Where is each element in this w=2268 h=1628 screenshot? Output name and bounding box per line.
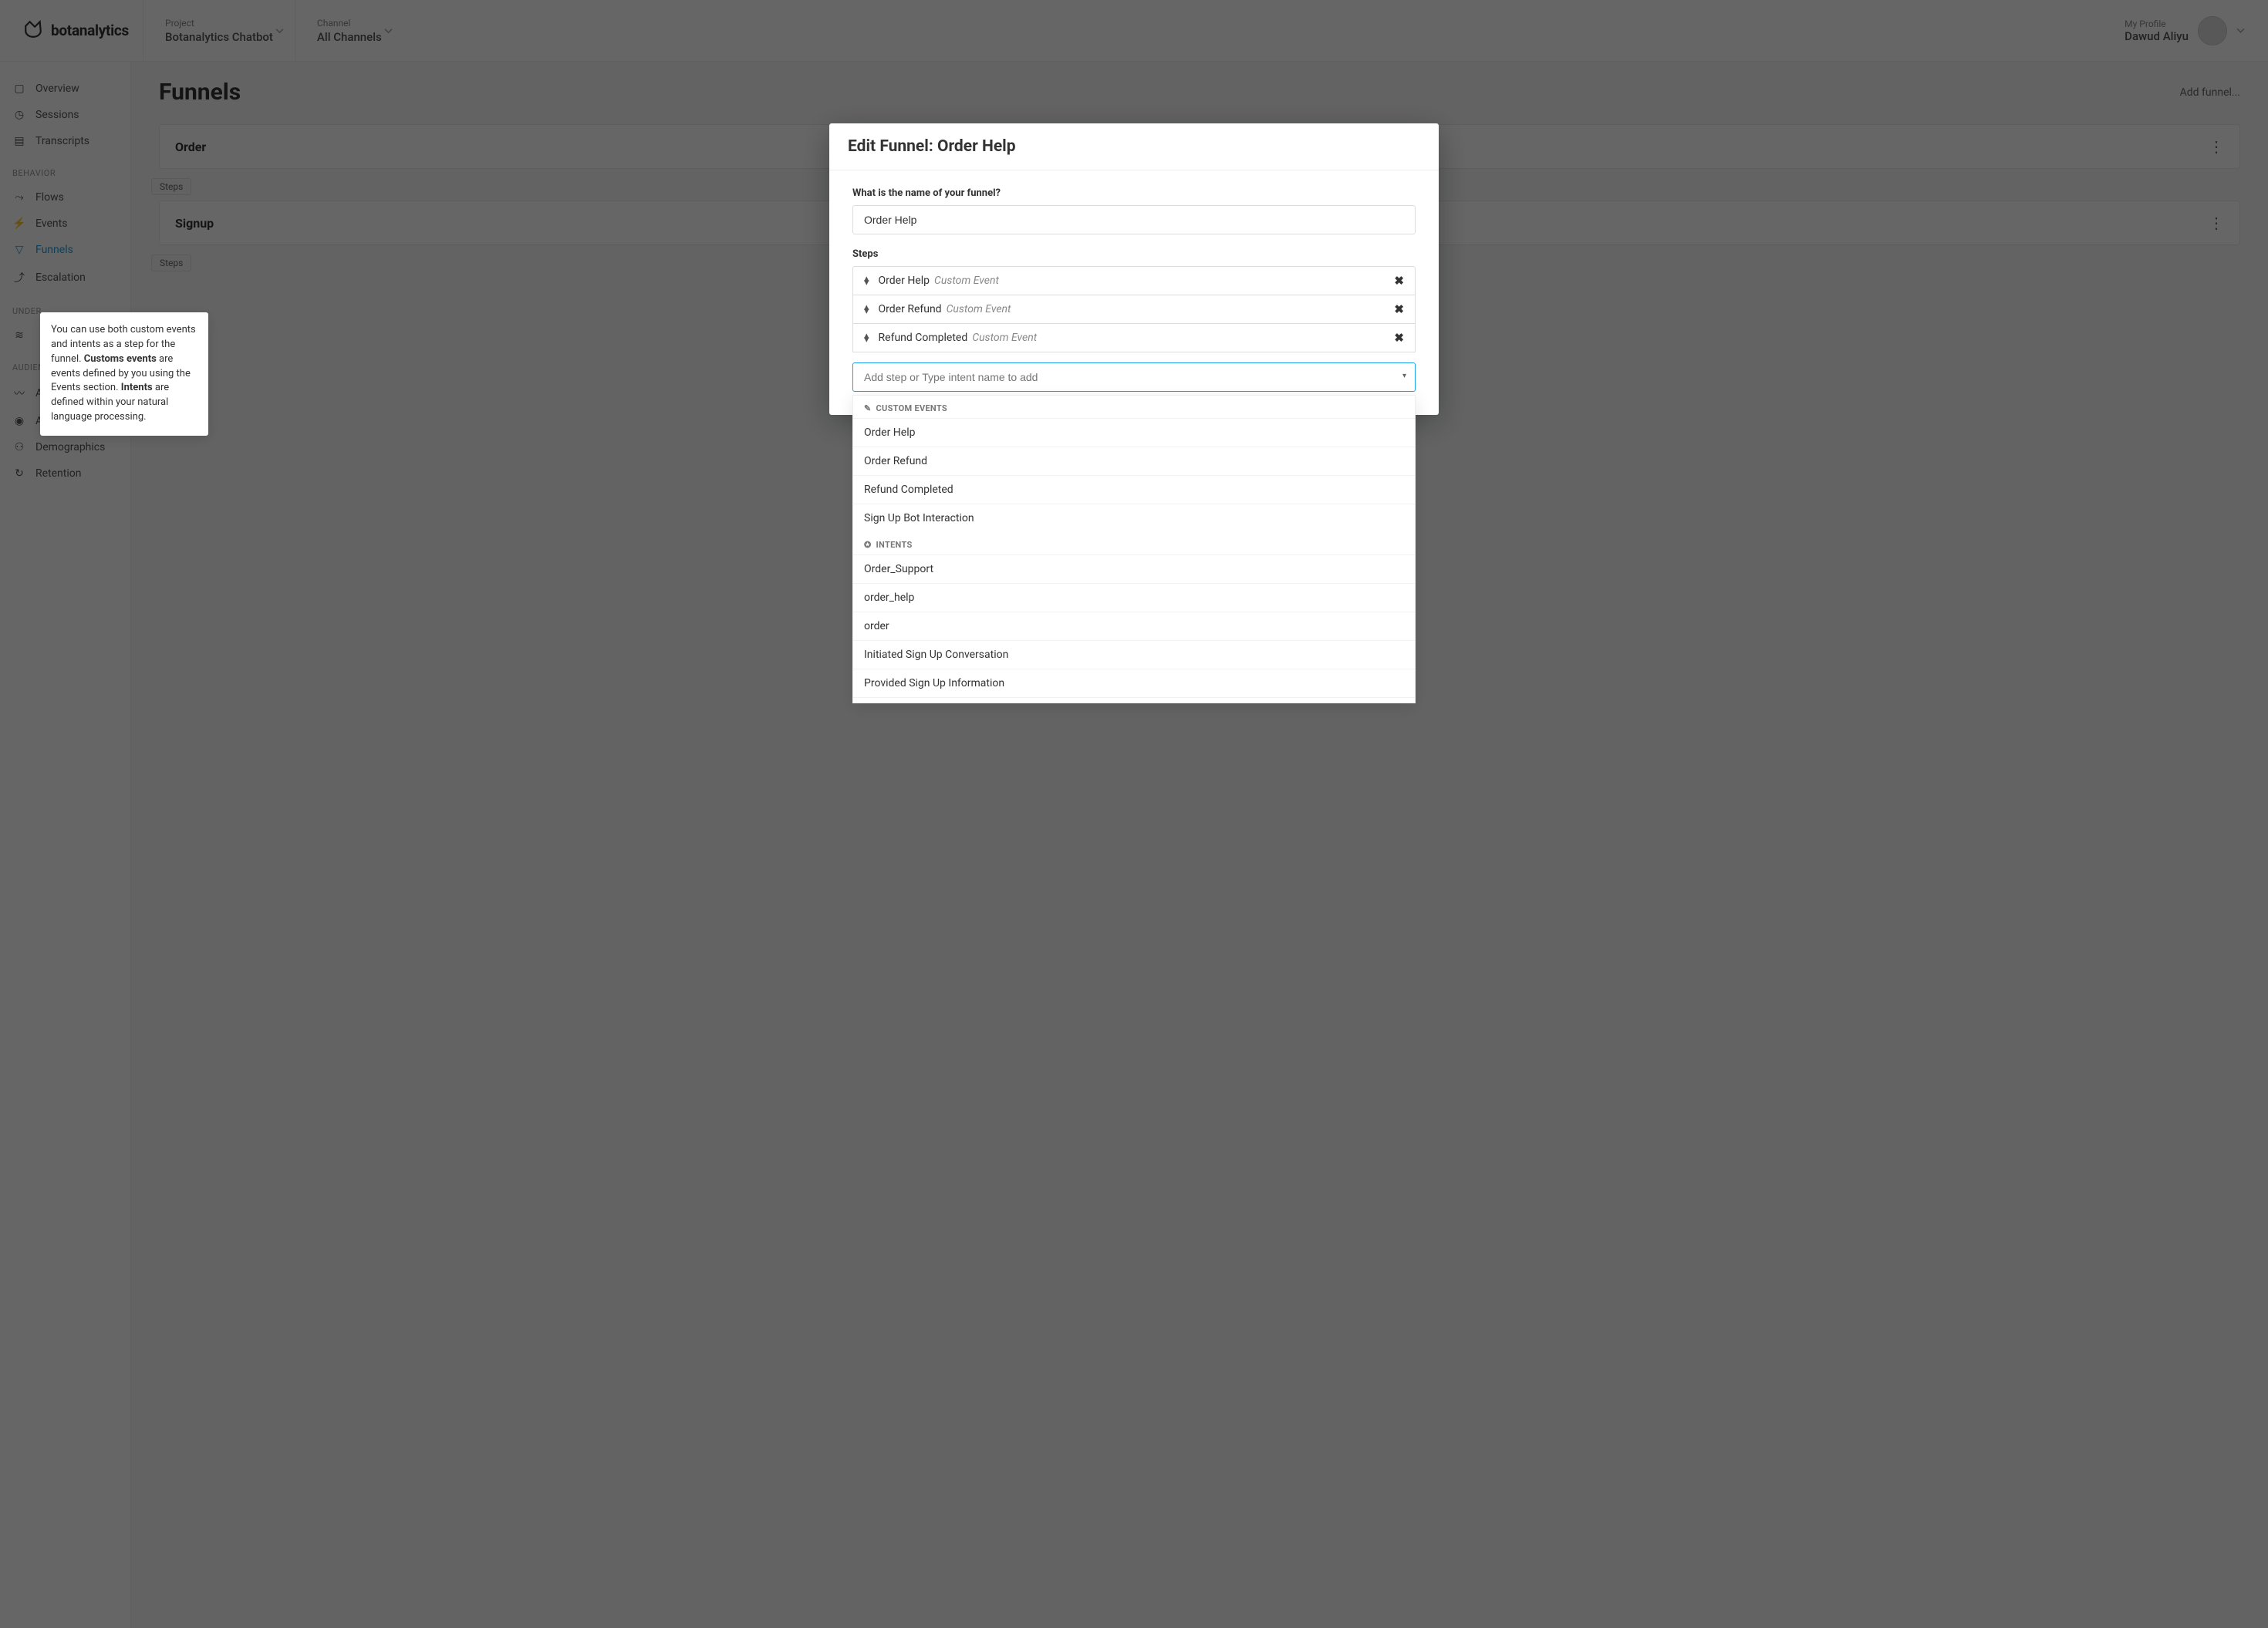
drag-handle-icon[interactable]: ▴▾ xyxy=(864,334,869,342)
steps-label: Steps xyxy=(852,248,1416,260)
dropdown-item[interactable]: Confirmed Sign Up xyxy=(853,697,1415,703)
dropdown-item[interactable]: order xyxy=(853,612,1415,640)
target-icon: ✪ xyxy=(864,540,872,550)
remove-step-icon[interactable]: ✖ xyxy=(1394,274,1404,288)
step-text: Order RefundCustom Event xyxy=(879,303,1395,315)
funnel-step-row: ▴▾ Refund CompletedCustom Event✖ xyxy=(852,323,1416,352)
modal-title: Edit Funnel: Order Help xyxy=(848,137,1420,156)
dropdown-item[interactable]: Order_Support xyxy=(853,554,1415,583)
dropdown-item[interactable]: Order Help xyxy=(853,418,1415,447)
step-text: Order HelpCustom Event xyxy=(879,275,1395,287)
dropdown-section-intents: ✪INTENTS xyxy=(853,532,1415,554)
remove-step-icon[interactable]: ✖ xyxy=(1394,331,1404,345)
funnels-help-tooltip: You can use both custom events and inten… xyxy=(40,312,208,436)
dropdown-item[interactable]: Order Refund xyxy=(853,447,1415,475)
funnel-name-input[interactable] xyxy=(852,205,1416,234)
step-text: Refund CompletedCustom Event xyxy=(879,332,1395,344)
remove-step-icon[interactable]: ✖ xyxy=(1394,302,1404,316)
dropdown-section-custom-events: ✎CUSTOM EVENTS xyxy=(853,396,1415,418)
add-step-input[interactable] xyxy=(852,362,1416,392)
edit-funnel-modal: Edit Funnel: Order Help What is the name… xyxy=(829,123,1439,415)
pencil-icon: ✎ xyxy=(864,403,872,413)
modal-overlay[interactable]: Edit Funnel: Order Help What is the name… xyxy=(0,0,2268,1628)
funnel-step-row: ▴▾ Order RefundCustom Event✖ xyxy=(852,295,1416,324)
step-dropdown: ✎CUSTOM EVENTS Order HelpOrder RefundRef… xyxy=(852,395,1416,703)
dropdown-item[interactable]: Initiated Sign Up Conversation xyxy=(853,640,1415,669)
drag-handle-icon[interactable]: ▴▾ xyxy=(864,305,869,313)
dropdown-item[interactable]: Refund Completed xyxy=(853,475,1415,504)
dropdown-item[interactable]: Sign Up Bot Interaction xyxy=(853,504,1415,532)
drag-handle-icon[interactable]: ▴▾ xyxy=(864,277,869,285)
caret-down-icon: ▾ xyxy=(1402,372,1406,380)
dropdown-item[interactable]: Provided Sign Up Information xyxy=(853,669,1415,697)
dropdown-item[interactable]: order_help xyxy=(853,583,1415,612)
funnel-name-label: What is the name of your funnel? xyxy=(852,187,1416,199)
funnel-step-row: ▴▾ Order HelpCustom Event✖ xyxy=(852,266,1416,295)
